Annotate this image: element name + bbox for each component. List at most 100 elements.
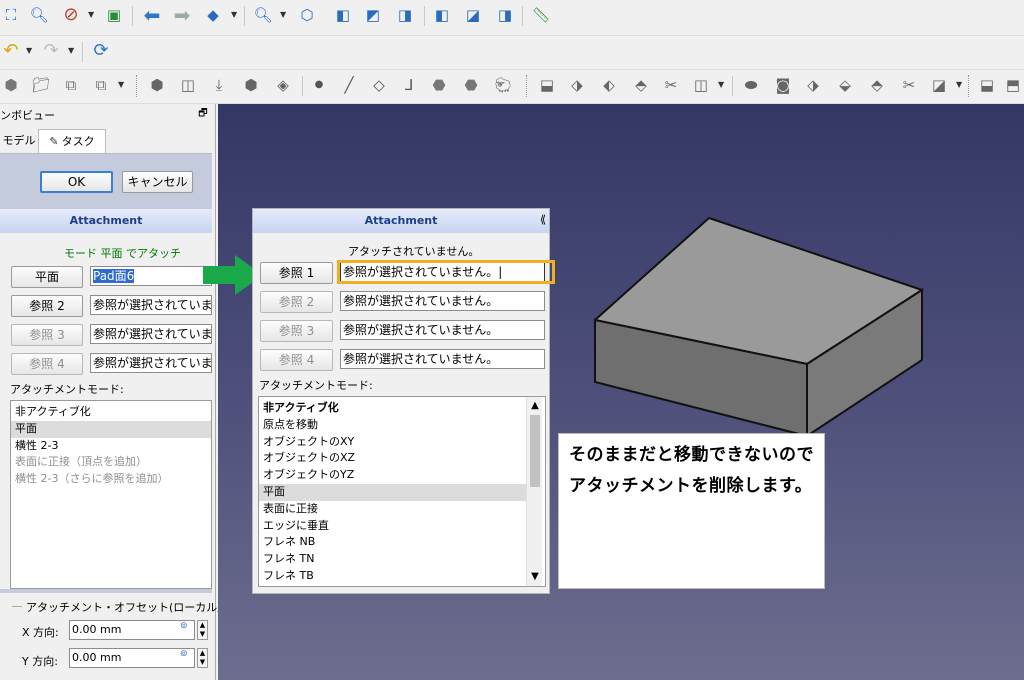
redo-icon[interactable]: ↷ <box>40 40 62 62</box>
list-item[interactable]: オブジェクトのXZ <box>259 450 526 467</box>
clone-icon[interactable]: 🐑︎ <box>492 74 514 96</box>
chevron-down-icon[interactable]: ▼ <box>88 10 96 19</box>
list-item[interactable]: 非アクティブ化 <box>259 400 526 417</box>
pocket-icon[interactable]: ◫ <box>177 74 199 96</box>
mirrored-icon[interactable]: ◪ <box>928 74 950 96</box>
ref-field-2[interactable]: 参照が選択されていません。 <box>90 295 212 315</box>
zoom-ref-field-2[interactable]: 参照が選択されていません。 <box>340 291 545 311</box>
right-view-icon[interactable]: ◨ <box>394 4 416 26</box>
zoom-ref-field-3[interactable]: 参照が選択されていません。 <box>340 320 545 340</box>
ref-field-4[interactable]: 参照が選択されていません。 <box>90 353 212 373</box>
ref-button-1[interactable]: 参照 1 <box>260 262 333 284</box>
list-item[interactable]: 横性 2-3（さらに参照を追加） <box>11 471 211 488</box>
attach-sketch-icon[interactable]: ⧉ <box>60 74 82 96</box>
helix-icon[interactable]: ⬘ <box>630 74 652 96</box>
chevron-down-icon[interactable]: ▼ <box>718 80 726 89</box>
list-item-selected[interactable]: 平面 <box>11 420 211 438</box>
datum-plane-icon[interactable]: ◇ <box>368 74 390 96</box>
float-panel-icon[interactable]: 🗗 <box>197 108 209 120</box>
measure-icon[interactable]: 📏︎ <box>530 4 552 26</box>
boolean-icon[interactable]: ⬓ <box>976 74 998 96</box>
sketch-icon[interactable]: 📁︎ <box>30 74 52 96</box>
no-draw-style-icon[interactable]: ⊘ <box>60 4 82 26</box>
list-item[interactable]: 表面に正接 <box>259 501 526 518</box>
ok-button[interactable]: OK <box>40 171 113 193</box>
cancel-button[interactable]: キャンセル <box>122 171 193 193</box>
back-arrow-icon[interactable]: ⬅ <box>141 4 163 26</box>
loft-icon[interactable]: ⬗ <box>566 74 588 96</box>
point-icon[interactable]: ⤓ <box>208 74 230 96</box>
chevron-down-icon[interactable]: ▼ <box>280 10 288 19</box>
revolution-icon[interactable]: ◫ <box>690 74 712 96</box>
x-offset-input[interactable]: 0.00 mm <box>69 620 195 640</box>
chevron-down-icon[interactable]: ▼ <box>118 80 126 89</box>
plane-icon[interactable]: ◈ <box>272 74 294 96</box>
datum-line-icon[interactable]: ╱ <box>338 74 360 96</box>
std-views-icon[interactable]: ▣ <box>103 4 125 26</box>
y-offset-input[interactable]: 0.00 mm <box>69 648 195 668</box>
tab-model[interactable]: モデル <box>0 129 38 153</box>
list-item[interactable]: 表面に正接（頂点を追加） <box>11 454 211 471</box>
expression-icon[interactable]: ⊚ <box>180 649 188 659</box>
rear-view-icon[interactable]: ◧ <box>431 4 453 26</box>
lcs-icon[interactable]: ⅃ <box>398 74 420 96</box>
list-item[interactable]: オブジェクトのXY <box>259 434 526 451</box>
chamfer-icon[interactable]: ⬙ <box>834 74 856 96</box>
forward-arrow-icon[interactable]: ➡ <box>171 4 193 26</box>
boolean-icon[interactable]: ⬒ <box>1002 74 1024 96</box>
list-item[interactable]: 非アクティブ化 <box>11 404 211 421</box>
chevron-down-icon[interactable]: ▼ <box>68 46 76 55</box>
chevron-down-icon[interactable]: ▼ <box>26 46 34 55</box>
scroll-up-icon[interactable]: ▲ <box>527 399 543 413</box>
expression-icon[interactable]: ⊚ <box>180 621 188 631</box>
ref-field-3[interactable]: 参照が選択されていません。 <box>90 324 212 344</box>
scroll-down-icon[interactable]: ▼ <box>527 570 543 584</box>
additive-primitive-icon[interactable]: ⬓ <box>536 74 558 96</box>
view-fit-icon[interactable]: ⛶ <box>0 4 22 26</box>
list-item[interactable]: オブジェクトのYZ <box>259 467 526 484</box>
collapse-icon[interactable]: ⟪ <box>537 213 549 227</box>
bottom-view-icon[interactable]: ◪ <box>462 4 484 26</box>
top-view-icon[interactable]: ◩ <box>362 4 384 26</box>
left-view-icon[interactable]: ◨ <box>494 4 516 26</box>
refresh-icon[interactable]: ⟳ <box>90 40 112 62</box>
attachment-mode-list[interactable]: 非アクティブ化 平面 横性 2-3 表面に正接（頂点を追加） 横性 2-3（さら… <box>10 400 212 589</box>
y-offset-spinner[interactable]: ▲ ▼ <box>197 648 208 668</box>
subtractive-icon[interactable]: ✂︎ <box>660 74 682 96</box>
hole-icon[interactable]: ◙ <box>772 74 794 96</box>
zoom-icon[interactable]: 🔍︎ <box>28 4 50 26</box>
scroll-thumb[interactable] <box>530 415 540 487</box>
ref-field-1[interactable]: Pad面6 <box>90 266 212 286</box>
datum-point-icon[interactable]: ● <box>308 74 330 96</box>
subshape-binder-icon[interactable]: ⬣ <box>460 74 482 96</box>
pad-icon[interactable]: ⬢ <box>146 74 168 96</box>
ref-button-plane[interactable]: 平面 <box>11 266 83 288</box>
validate-sketch-icon[interactable]: ⧉ <box>90 74 112 96</box>
ref-button-2[interactable]: 参照 2 <box>11 295 83 317</box>
chevron-down-icon[interactable]: ▼ <box>231 10 239 19</box>
list-item[interactable]: フレネ TN <box>259 551 526 568</box>
pad-solid[interactable] <box>594 216 924 438</box>
line-icon[interactable]: ⬢ <box>240 74 262 96</box>
thickness-icon[interactable]: ✂︎ <box>898 74 920 96</box>
list-item[interactable]: 原点を移動 <box>259 417 526 434</box>
zoom-attachment-mode-list[interactable]: 非アクティブ化 原点を移動 オブジェクトのXY オブジェクトのXZ オブジェクト… <box>258 396 546 587</box>
groove-icon[interactable]: ⬬ <box>740 74 762 96</box>
list-scrollbar[interactable]: ▲ ▼ <box>526 397 542 586</box>
pipe-icon[interactable]: ⬖ <box>598 74 620 96</box>
body-icon[interactable]: ⬢ <box>0 74 22 96</box>
list-item-selected[interactable]: 平面 <box>259 483 526 501</box>
x-offset-spinner[interactable]: ▲ ▼ <box>197 620 208 640</box>
fillet-icon[interactable]: ⬗ <box>802 74 824 96</box>
list-item[interactable]: フレネ TB <box>259 568 526 585</box>
shape-binder-icon[interactable]: ⬣ <box>428 74 450 96</box>
list-item[interactable]: エッジに垂直 <box>259 518 526 535</box>
list-item[interactable]: フレネ NB <box>259 534 526 551</box>
tab-task[interactable]: ✎ タスク <box>38 129 106 153</box>
zoom-box-icon[interactable]: 🔍︎ <box>252 4 274 26</box>
draft-icon[interactable]: ⬘ <box>866 74 888 96</box>
front-view-icon[interactable]: ◧ <box>332 4 354 26</box>
zoom-ref-field-4[interactable]: 参照が選択されていません。 <box>340 349 545 369</box>
undo-icon[interactable]: ↶ <box>0 40 22 62</box>
isometric-view-icon[interactable]: ⬡ <box>296 4 318 26</box>
